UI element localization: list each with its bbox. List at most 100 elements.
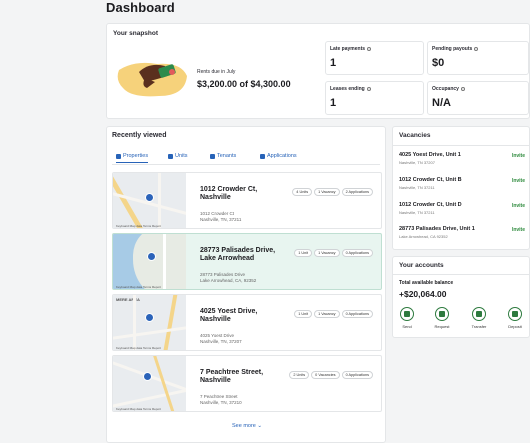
tab-properties[interactable]: Properties (116, 153, 149, 163)
rent-illustration (117, 62, 187, 97)
property-map[interactable]: MERE AREA Keyboard Map data Terms Report (113, 295, 186, 350)
property-address: 1012 Crowder Ct Nashville, TN, 37211 (200, 211, 242, 222)
stat-pending-payouts[interactable]: Pending payouts $0 (427, 41, 529, 75)
rents-due-value: $3,200.00 of $4,300.00 (197, 79, 291, 89)
property-name: 28773 Palisades Drive, Lake Arrowhead (200, 247, 276, 262)
stat-value: $0 (432, 57, 445, 69)
tab-label: Properties (123, 153, 149, 159)
map-pin-icon (145, 313, 154, 322)
info-icon (474, 46, 479, 51)
property-badges: 2 Units 0 Vacancies 0 Applications (289, 371, 373, 379)
accounts-title: Your accounts (399, 262, 444, 269)
units-badge: 2 Units (289, 371, 310, 379)
vacancy-badge: 1 Vacancy (314, 310, 340, 318)
recently-viewed-title: Recently viewed (112, 132, 167, 139)
recently-viewed-card: Recently viewed Properties Units Tenants… (106, 126, 386, 443)
property-name: 1012 Crowder Ct, Nashville (200, 186, 258, 201)
units-badge: 4 Units (292, 188, 313, 196)
property-badges: 4 Units 1 Vacancy 2 Applications (292, 188, 373, 196)
units-badge: 1 Unit (294, 310, 313, 318)
map-pin-icon (147, 252, 156, 261)
vacancy-address: 1012 Crowder Ct, Unit B (399, 177, 462, 183)
snapshot-card: Your snapshot Rents due in July $3,200.0… (106, 23, 530, 119)
vacancy-item: 28773 Palisades Drive, Unit 1 Lake Arrow… (399, 226, 525, 239)
stat-value: N/A (432, 97, 451, 109)
map-footer: Keyboard Map data Terms Report (116, 346, 161, 350)
property-map[interactable]: Keyboard Map data Terms Report (113, 234, 186, 289)
vacancy-badge: 0 Vacancies (311, 371, 340, 379)
property-row[interactable]: Keyboard Map data Terms Report 28773 Pal… (112, 233, 382, 290)
action-label: Transfer (471, 324, 487, 329)
application-icon (260, 153, 265, 159)
stat-label: Late payments (330, 46, 366, 52)
stat-value: 1 (330, 57, 337, 69)
property-address: 7 Peachtree Street Nashville, TN, 37210 (200, 394, 242, 405)
invite-link[interactable]: Invite (512, 227, 525, 233)
divider (393, 145, 529, 146)
property-row[interactable]: MERE AREA Keyboard Map data Terms Report… (112, 294, 382, 351)
action-label: Send (402, 324, 412, 329)
vacancy-item: 4025 Yoest Drive, Unit 1 Nashville, TN 3… (399, 152, 525, 165)
map-footer: Keyboard Map data Terms Report (116, 224, 161, 228)
accounts-card: Your accounts Total available balance +$… (392, 256, 530, 338)
building-icon (116, 153, 121, 159)
invite-link[interactable]: Invite (512, 153, 525, 159)
tenant-icon (210, 153, 215, 159)
property-name: 7 Peachtree Street, Nashville (200, 369, 264, 384)
stat-late-payments[interactable]: Late payments 1 (325, 41, 424, 75)
applications-badge: 0 Applications (341, 371, 373, 379)
property-address: 4025 Yoest Drive Nashville, TN, 37207 (200, 333, 242, 344)
map-footer: Keyboard Map data Terms Report (116, 407, 161, 411)
vacancy-city: Nashville, TN 37207 (399, 160, 435, 165)
vacancy-city: Nashville, TN 37211 (399, 185, 435, 190)
balance-value: +$20,064.00 (399, 289, 447, 299)
applications-badge: 2 Applications (341, 188, 373, 196)
vacancy-address: 4025 Yoest Drive, Unit 1 (399, 152, 461, 158)
invite-link[interactable]: Invite (512, 178, 525, 184)
property-row[interactable]: Keyboard Map data Terms Report 7 Peachtr… (112, 355, 382, 412)
see-more-link[interactable]: See more ⌄ (107, 423, 387, 429)
unit-icon (168, 153, 173, 159)
property-row[interactable]: Keyboard Map data Terms Report 1012 Crow… (112, 172, 382, 229)
deposit-icon (512, 311, 518, 317)
page-title: Dashboard (106, 0, 175, 15)
vacancy-item: 1012 Crowder Ct, Unit B Nashville, TN 37… (399, 177, 525, 190)
recent-tabs: Properties Units Tenants Applications (112, 151, 380, 165)
vacancy-city: Nashville, TN 37211 (399, 210, 435, 215)
vacancies-card: Vacancies 4025 Yoest Drive, Unit 1 Nashv… (392, 126, 530, 250)
stat-label: Leases ending (330, 86, 365, 92)
property-badges: 1 Unit 1 Vacancy 0 Applications (294, 310, 373, 318)
map-pin-icon (145, 193, 154, 202)
applications-badge: 0 Applications (341, 310, 373, 318)
applications-badge: 0 Applications (341, 249, 373, 257)
map-footer: Keyboard Map data Terms Report (116, 285, 161, 289)
tab-applications[interactable]: Applications (260, 153, 297, 159)
tab-tenants[interactable]: Tenants (210, 153, 236, 159)
tab-units[interactable]: Units (168, 153, 188, 159)
stat-value: 1 (330, 97, 337, 109)
info-icon (460, 86, 465, 91)
divider (393, 274, 529, 275)
stat-leases-ending[interactable]: Leases ending 1 (325, 81, 424, 115)
balance-label: Total available balance (399, 280, 454, 286)
map-pin-icon (143, 372, 152, 381)
stat-label: Pending payouts (432, 46, 473, 52)
send-button[interactable]: Send (395, 307, 419, 329)
invite-link[interactable]: Invite (512, 203, 525, 209)
action-label: Deposit (508, 324, 522, 329)
map-area-label: MERE AREA (116, 297, 140, 302)
vacancy-badge: 1 Vacancy (314, 249, 340, 257)
property-map[interactable]: Keyboard Map data Terms Report (113, 173, 186, 228)
transfer-button[interactable]: Transfer (467, 307, 491, 329)
vacancy-item: 1012 Crowder Ct, Unit D Nashville, TN 37… (399, 202, 525, 215)
tab-label: Tenants (217, 153, 237, 159)
property-name: 4025 Yoest Drive, Nashville (200, 308, 258, 323)
request-button[interactable]: Request (430, 307, 454, 329)
property-map[interactable]: Keyboard Map data Terms Report (113, 356, 186, 411)
transfer-icon (476, 311, 482, 317)
tab-label: Units (175, 153, 188, 159)
deposit-button[interactable]: Deposit (503, 307, 527, 329)
stat-occupancy[interactable]: Occupancy N/A (427, 81, 529, 115)
action-label: Request (434, 324, 450, 329)
vacancies-title: Vacancies (399, 132, 431, 139)
